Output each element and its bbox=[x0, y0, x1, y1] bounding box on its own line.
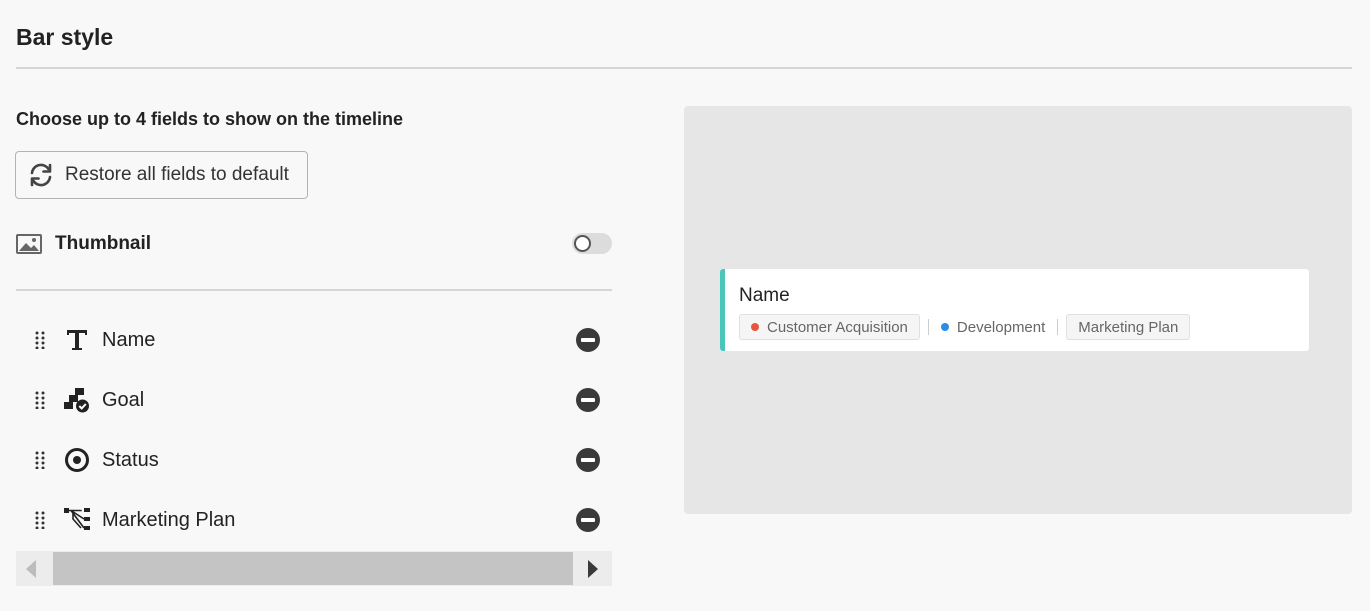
field-row-marketing-plan: Marketing Plan bbox=[16, 500, 612, 540]
bar-style-settings: Bar style Choose up to 4 fields to show … bbox=[0, 0, 1370, 611]
thumbnail-toggle[interactable] bbox=[572, 233, 612, 254]
remove-field-button[interactable] bbox=[576, 388, 600, 412]
status-icon bbox=[62, 445, 92, 475]
drag-handle-icon[interactable] bbox=[30, 391, 50, 409]
field-label: Marketing Plan bbox=[102, 508, 236, 531]
title-divider bbox=[16, 67, 1352, 69]
field-row-goal: Goal bbox=[16, 380, 612, 420]
goal-dot bbox=[751, 323, 759, 331]
field-label: Status bbox=[102, 448, 159, 471]
horizontal-scrollbar[interactable] bbox=[16, 551, 612, 586]
tag-customer-acquisition: Customer Acquisition bbox=[739, 314, 920, 340]
bar-name: Name bbox=[739, 285, 790, 306]
field-row-name: Name bbox=[16, 320, 612, 360]
field-label: Goal bbox=[102, 388, 145, 411]
remove-field-button[interactable] bbox=[576, 508, 600, 532]
status-dot bbox=[940, 323, 949, 331]
tag-label: Customer Acquisition bbox=[767, 318, 908, 336]
drag-handle-icon[interactable] bbox=[30, 511, 50, 529]
goal-icon bbox=[62, 385, 92, 415]
tag-separator bbox=[1057, 319, 1059, 335]
bar-accent bbox=[720, 269, 725, 351]
page-title: Bar style bbox=[16, 24, 114, 50]
tag-development: Development bbox=[937, 314, 1049, 340]
scroll-right-icon[interactable] bbox=[588, 560, 598, 578]
text-icon bbox=[62, 325, 92, 355]
remove-field-button[interactable] bbox=[576, 448, 600, 472]
tag-marketing-plan: Marketing Plan bbox=[1066, 314, 1191, 340]
toggle-knob bbox=[574, 235, 591, 252]
tag-label: Development bbox=[956, 318, 1046, 336]
scrollbar-thumb[interactable] bbox=[53, 552, 573, 585]
tag-label: Marketing Plan bbox=[1078, 318, 1179, 336]
scroll-left-icon[interactable] bbox=[26, 560, 36, 578]
hierarchy-icon bbox=[62, 505, 92, 535]
bar-tags: Customer Acquisition Development Marketi… bbox=[739, 314, 1191, 340]
image-icon bbox=[16, 233, 42, 255]
bar-preview-panel: Name Customer Acquisition Development Ma… bbox=[684, 106, 1352, 514]
timeline-bar-preview: Name Customer Acquisition Development Ma… bbox=[720, 269, 1309, 351]
field-label: Name bbox=[102, 328, 156, 351]
restore-defaults-label: Restore all fields to default bbox=[65, 164, 289, 185]
drag-handle-icon[interactable] bbox=[30, 331, 50, 349]
tag-separator bbox=[927, 319, 929, 335]
drag-handle-icon[interactable] bbox=[30, 451, 50, 469]
remove-field-button[interactable] bbox=[576, 328, 600, 352]
fields-subtitle: Choose up to 4 fields to show on the tim… bbox=[16, 109, 404, 129]
fields-divider bbox=[16, 289, 612, 291]
refresh-icon bbox=[27, 161, 55, 189]
field-row-status: Status bbox=[16, 440, 612, 480]
thumbnail-label: Thumbnail bbox=[55, 233, 152, 254]
restore-defaults-button[interactable]: Restore all fields to default bbox=[15, 151, 308, 199]
thumbnail-row: Thumbnail bbox=[16, 229, 612, 259]
